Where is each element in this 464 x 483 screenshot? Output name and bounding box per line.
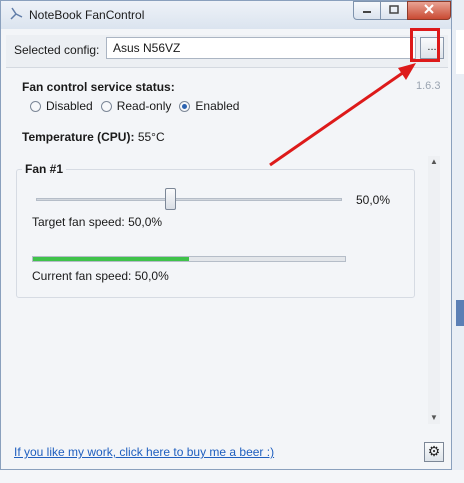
radio-enabled[interactable]: Enabled: [179, 99, 239, 113]
minimize-icon: [362, 5, 372, 17]
radio-button[interactable]: [100, 100, 112, 112]
title-bar[interactable]: NoteBook FanControl: [1, 1, 451, 29]
annotation-highlight-box: [410, 28, 440, 62]
current-speed-progress: [32, 256, 346, 262]
fan-icon: [9, 7, 23, 21]
service-status-heading: Fan control service status:: [22, 80, 175, 94]
current-speed-row: Current fan speed: 50,0%: [32, 269, 169, 283]
current-speed-label: Current fan speed:: [32, 269, 132, 283]
fan-speed-slider-value: 50,0%: [356, 193, 391, 207]
radio-read-only[interactable]: Read-only: [100, 99, 172, 113]
desktop-background-panel: [456, 30, 464, 74]
temperature-value: 55°C: [137, 130, 165, 144]
window-title: NoteBook FanControl: [29, 8, 145, 22]
close-icon: [424, 4, 434, 17]
close-button[interactable]: [407, 1, 451, 20]
current-speed-progress-fill: [33, 257, 189, 261]
target-speed-row: Target fan speed: 50,0%: [32, 215, 162, 229]
fan-title: Fan #1: [22, 162, 67, 176]
scroll-down-icon[interactable]: ▼: [428, 412, 440, 424]
radio-button[interactable]: [30, 100, 41, 112]
settings-button[interactable]: ⚙: [424, 442, 444, 462]
config-label: Selected config:: [14, 43, 100, 57]
radio-label: Read-only: [116, 99, 172, 113]
maximize-button[interactable]: [380, 1, 408, 20]
vertical-scrollbar[interactable]: ▲ ▼: [428, 156, 440, 424]
desktop-background-bottom: [0, 470, 464, 483]
target-speed-label: Target fan speed:: [32, 215, 125, 229]
donate-link[interactable]: If you like my work, click here to buy m…: [14, 445, 274, 459]
minimize-button[interactable]: [353, 1, 381, 20]
version-label: 1.6.3: [416, 80, 441, 92]
fan-speed-slider-track[interactable]: [36, 198, 342, 201]
gear-icon: ⚙: [427, 443, 441, 459]
config-field[interactable]: Asus N56VZ: [106, 37, 416, 59]
fan-speed-slider-thumb[interactable]: [165, 188, 176, 210]
radio-label: Disabled: [46, 99, 93, 113]
desktop-background-accent: [456, 300, 464, 326]
temperature-row: Temperature (CPU): 55°C: [22, 130, 165, 144]
scroll-up-icon[interactable]: ▲: [428, 156, 440, 168]
target-speed-value: 50,0%: [128, 215, 163, 229]
temperature-label: Temperature (CPU):: [22, 130, 135, 144]
config-bar: Selected config: Asus N56VZ ...: [6, 35, 448, 68]
service-status-radio-group: Disabled Read-only Enabled: [30, 99, 239, 113]
current-speed-value: 50,0%: [134, 269, 169, 283]
radio-disabled[interactable]: Disabled: [30, 99, 93, 113]
radio-button[interactable]: [179, 100, 191, 112]
radio-label: Enabled: [195, 99, 240, 113]
maximize-icon: [389, 4, 399, 17]
